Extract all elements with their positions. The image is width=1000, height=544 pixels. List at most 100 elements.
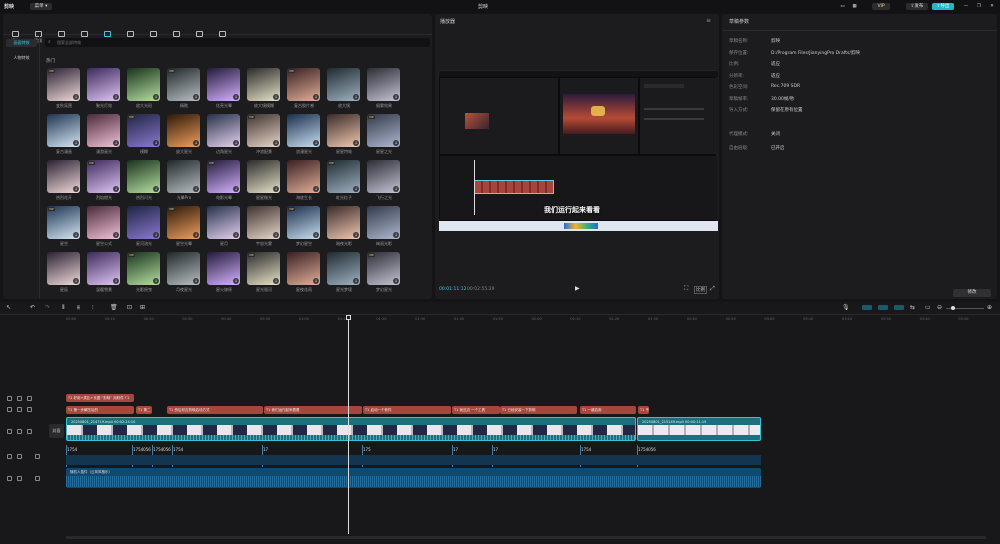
download-icon[interactable]: ↓ <box>273 94 279 100</box>
crop-icon[interactable]: ⊞ <box>140 304 145 311</box>
download-icon[interactable]: ↓ <box>353 140 359 146</box>
timeline-scrollbar[interactable] <box>66 536 986 539</box>
download-icon[interactable]: ↓ <box>353 232 359 238</box>
download-icon[interactable]: ↓ <box>153 278 159 284</box>
effect-thumbnail[interactable]: ↓ <box>207 68 240 101</box>
audio-marker[interactable]: 1754056 <box>638 447 656 452</box>
download-icon[interactable]: ↓ <box>353 278 359 284</box>
download-icon[interactable]: ↓ <box>393 278 399 284</box>
audio-marker[interactable]: 17 <box>453 447 458 452</box>
vip-button[interactable]: VIP <box>872 3 890 10</box>
maximize-icon[interactable]: ❐ <box>975 3 983 10</box>
download-icon[interactable]: ↓ <box>393 140 399 146</box>
effect-thumbnail[interactable]: VIP ↓ <box>247 114 280 147</box>
effect-thumbnail[interactable]: ↓ <box>247 68 280 101</box>
download-icon[interactable]: ↓ <box>233 94 239 100</box>
text-clip[interactable]: T1 好用+类比+长图 “剪映” 用软件 T1 <box>66 394 134 402</box>
split-left-icon[interactable]: ⫵ <box>77 304 80 312</box>
lock-icon[interactable] <box>7 454 12 459</box>
audio-marker[interactable]: 17 <box>263 447 268 452</box>
effect-thumbnail[interactable]: ↓ <box>287 252 320 285</box>
undo-icon[interactable]: ↶ <box>30 304 35 311</box>
sidebar-item-screen-effects[interactable]: 画面特效 <box>6 39 37 47</box>
text-clip[interactable]: T1 第二 <box>136 406 152 414</box>
effect-thumbnail[interactable]: ↓ <box>327 206 360 239</box>
download-icon[interactable]: ↓ <box>313 278 319 284</box>
effect-thumbnail[interactable]: ↓ <box>47 252 80 285</box>
publish-button[interactable]: ⇪发布 <box>906 3 928 10</box>
download-icon[interactable]: ↓ <box>73 186 79 192</box>
effect-thumbnail[interactable]: ↓ <box>87 206 120 239</box>
effect-thumbnail[interactable]: VIP ↓ <box>367 114 400 147</box>
download-icon[interactable]: ↓ <box>193 140 199 146</box>
lock-icon[interactable] <box>7 429 12 434</box>
effect-thumbnail[interactable]: VIP ↓ <box>167 206 200 239</box>
freeze-icon[interactable]: ⊡ <box>127 304 132 311</box>
hide-icon[interactable] <box>17 396 22 401</box>
select-icon[interactable]: ↖ <box>6 304 11 311</box>
playhead-handle[interactable] <box>346 315 351 320</box>
fit-icon[interactable]: ⛶ <box>684 285 688 293</box>
effect-thumbnail[interactable]: ↓ <box>87 252 120 285</box>
ratio-button[interactable]: 比例 <box>694 286 707 294</box>
effect-thumbnail[interactable]: ↓ <box>47 114 80 147</box>
volume-icon[interactable] <box>35 454 40 459</box>
hide-icon[interactable] <box>17 429 22 434</box>
delete-icon[interactable]: 🗑 <box>110 304 118 311</box>
audio-marker[interactable]: 1754 <box>581 447 591 452</box>
download-icon[interactable]: ↓ <box>153 94 159 100</box>
lock-icon[interactable] <box>7 476 12 481</box>
audio-marker[interactable]: 1754056 <box>133 447 151 452</box>
effect-thumbnail[interactable]: ↓ <box>207 114 240 147</box>
download-icon[interactable]: ↓ <box>353 186 359 192</box>
split-right-icon[interactable]: ⫶ <box>92 304 94 312</box>
download-icon[interactable]: ↓ <box>273 232 279 238</box>
download-icon[interactable]: ↓ <box>273 278 279 284</box>
mic-icon[interactable]: 🎙 <box>842 304 850 311</box>
fullscreen-icon[interactable]: ⤢ <box>710 285 715 293</box>
lock-icon[interactable] <box>7 396 12 401</box>
close-icon[interactable]: ✕ <box>988 3 996 10</box>
hide-icon[interactable] <box>17 454 22 459</box>
download-icon[interactable]: ↓ <box>73 94 79 100</box>
audio-marker[interactable]: 1754 <box>67 447 77 452</box>
sidebar-item-people-effects[interactable]: 人物特效 <box>6 54 37 62</box>
text-clip[interactable]: T1 启动一个软件 <box>363 406 451 414</box>
playhead[interactable] <box>348 316 349 534</box>
effect-thumbnail[interactable]: ↓ <box>287 160 320 193</box>
menu-button[interactable]: 菜单 ▾ <box>30 3 52 10</box>
video-clip[interactable]: 20250801_214719.mp4 00:02:24:10 <box>66 417 636 441</box>
effect-thumbnail[interactable]: ↓ <box>247 206 280 239</box>
effect-thumbnail[interactable]: VIP ↓ <box>247 252 280 285</box>
download-icon[interactable]: ↓ <box>353 94 359 100</box>
effect-thumbnail[interactable]: ↓ <box>247 160 280 193</box>
effect-thumbnail[interactable]: ↓ <box>327 114 360 147</box>
download-icon[interactable]: ↓ <box>233 140 239 146</box>
download-icon[interactable]: ↓ <box>313 186 319 192</box>
effect-thumbnail[interactable]: VIP ↓ <box>47 68 80 101</box>
hide-icon[interactable] <box>17 407 22 412</box>
effect-thumbnail[interactable]: ↓ <box>287 114 320 147</box>
effect-thumbnail[interactable]: ↓ <box>167 252 200 285</box>
effect-thumbnail[interactable]: ↓ <box>87 68 120 101</box>
effect-thumbnail[interactable]: VIP ↓ <box>287 206 320 239</box>
zoom-handle[interactable] <box>951 306 955 310</box>
zoom-in-icon[interactable]: ⊕ <box>987 304 992 311</box>
download-icon[interactable]: ↓ <box>193 186 199 192</box>
download-icon[interactable]: ↓ <box>193 232 199 238</box>
effect-thumbnail[interactable]: ↓ <box>87 114 120 147</box>
play-button[interactable]: ▶ <box>575 285 580 292</box>
search-field[interactable]: ⌕ 搜索全部特效 <box>45 38 430 47</box>
download-icon[interactable]: ↓ <box>73 278 79 284</box>
text-clip[interactable]: T1 不敢被插件了 没有剪映 先成功 <box>638 406 649 414</box>
download-icon[interactable]: ↓ <box>113 140 119 146</box>
effect-thumbnail[interactable]: VIP ↓ <box>287 68 320 101</box>
effect-thumbnail[interactable]: ↓ <box>207 206 240 239</box>
player-menu-icon[interactable]: ≡ <box>706 17 711 24</box>
eye-icon[interactable] <box>27 429 32 434</box>
download-icon[interactable]: ↓ <box>73 232 79 238</box>
download-icon[interactable]: ↓ <box>393 94 399 100</box>
download-icon[interactable]: ↓ <box>113 186 119 192</box>
download-icon[interactable]: ↓ <box>153 232 159 238</box>
magnet-icon[interactable] <box>862 305 872 310</box>
